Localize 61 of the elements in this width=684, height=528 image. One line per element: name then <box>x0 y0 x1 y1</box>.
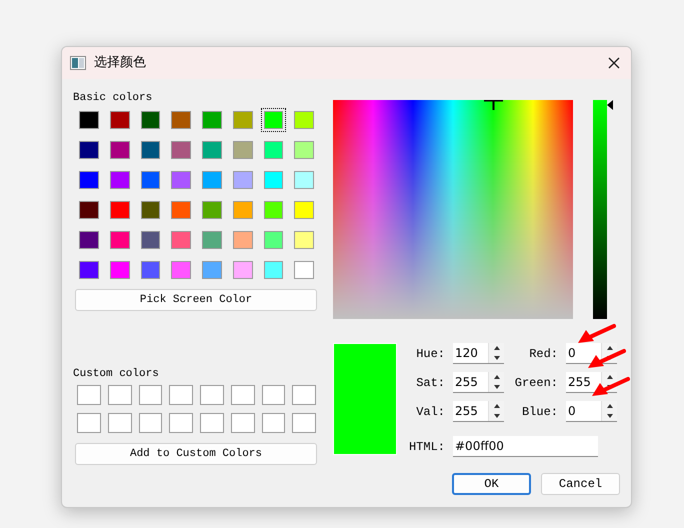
spin-box[interactable]: 120 <box>453 343 504 364</box>
custom-color-swatch[interactable] <box>168 384 194 406</box>
dialog-button[interactable]: OK <box>452 473 531 495</box>
color-swatch[interactable] <box>199 168 225 192</box>
add-custom-color-button[interactable]: Add to Custom Colors <box>75 443 317 465</box>
custom-color-swatch[interactable] <box>199 384 225 406</box>
color-swatch[interactable] <box>76 168 102 192</box>
color-swatch[interactable] <box>199 108 225 132</box>
custom-color-swatch[interactable] <box>291 384 317 406</box>
color-swatch[interactable] <box>260 108 286 132</box>
spin-box[interactable]: 255 <box>453 401 504 422</box>
field-label: Green: <box>514 374 559 392</box>
color-spectrum[interactable] <box>333 100 573 319</box>
custom-color-swatch[interactable] <box>168 412 194 434</box>
spin-value: 255 <box>567 374 592 391</box>
custom-color-swatch[interactable] <box>230 412 256 434</box>
field-label: HTML: <box>408 438 446 456</box>
field-label: Hue: <box>415 346 446 362</box>
spin-value: 120 <box>454 345 479 362</box>
spin-box[interactable]: 255 <box>453 372 504 393</box>
annotation-arrow <box>590 376 630 398</box>
window-title: 选择颜色 <box>94 54 146 72</box>
color-swatch[interactable] <box>76 258 102 282</box>
color-swatch[interactable] <box>199 258 225 282</box>
custom-color-swatch[interactable] <box>260 412 286 434</box>
app-icon <box>70 56 86 70</box>
spin-value: 0 <box>567 345 577 362</box>
color-swatch[interactable] <box>76 108 102 132</box>
custom-color-swatch[interactable] <box>76 384 102 406</box>
annotation-arrow <box>586 348 626 370</box>
section-label: Custom colors <box>73 367 160 382</box>
section-label: Basic colors <box>73 91 154 106</box>
custom-color-swatch[interactable] <box>138 412 164 434</box>
color-swatch[interactable] <box>199 198 225 222</box>
value-slider[interactable] <box>593 100 613 319</box>
html-field[interactable]: #00ff00 <box>453 436 598 457</box>
dialog-button[interactable]: Cancel <box>541 473 620 495</box>
color-swatch[interactable] <box>76 198 102 222</box>
custom-color-swatch[interactable] <box>138 384 164 406</box>
custom-color-swatch[interactable] <box>291 412 317 434</box>
field-label: Red: <box>528 346 559 362</box>
field-label: Sat: <box>415 374 446 392</box>
custom-color-swatch[interactable] <box>106 412 132 434</box>
close-icon[interactable] <box>607 56 621 70</box>
spin-box[interactable]: 0 <box>566 401 617 422</box>
field-label: Val: <box>415 404 446 420</box>
field-label: Blue: <box>520 404 559 420</box>
annotation-arrow <box>576 323 616 345</box>
color-swatch[interactable] <box>76 228 102 252</box>
custom-color-swatch[interactable] <box>260 384 286 406</box>
color-swatch[interactable] <box>199 138 225 162</box>
custom-color-swatch[interactable] <box>106 384 132 406</box>
spin-value: 0 <box>567 403 577 420</box>
pick-screen-color-button[interactable]: Pick Screen Color <box>75 289 317 311</box>
spin-value: 255 <box>454 403 479 420</box>
custom-color-swatch[interactable] <box>76 412 102 434</box>
custom-color-swatch[interactable] <box>230 384 256 406</box>
color-swatch[interactable] <box>76 138 102 162</box>
color-swatch[interactable] <box>199 228 225 252</box>
custom-color-swatch[interactable] <box>199 412 225 434</box>
spin-value: 255 <box>454 374 479 391</box>
